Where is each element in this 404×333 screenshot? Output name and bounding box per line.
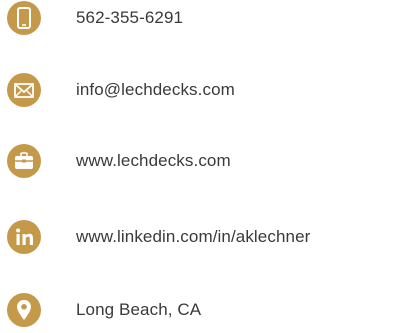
phone-number[interactable]: 562-355-6291 [76, 8, 183, 28]
envelope-icon [7, 73, 41, 107]
contact-location[interactable]: Long Beach, CA [0, 288, 404, 332]
briefcase-icon [7, 144, 41, 178]
phone-icon [7, 1, 41, 35]
map-pin-icon [7, 293, 41, 327]
contact-phone[interactable]: 562-355-6291 [0, 0, 404, 40]
contact-website[interactable]: www.lechdecks.com [0, 139, 404, 183]
email-address[interactable]: info@lechdecks.com [76, 80, 235, 100]
linkedin-url[interactable]: www.linkedin.com/in/aklechner [76, 227, 310, 247]
location-text: Long Beach, CA [76, 300, 202, 319]
contact-email[interactable]: info@lechdecks.com [0, 68, 404, 112]
contact-linkedin[interactable]: www.linkedin.com/in/aklechner [0, 215, 404, 259]
linkedin-icon [7, 220, 41, 254]
website-url[interactable]: www.lechdecks.com [76, 151, 231, 171]
